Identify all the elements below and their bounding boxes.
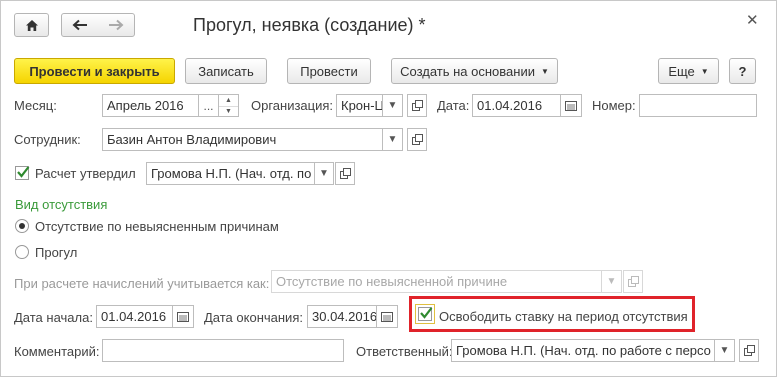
open-link-icon [627,276,639,287]
accrual-field: Отсутствие по невыясненной причине [271,270,602,293]
approved-by-dropdown-button[interactable]: ▼ [315,162,334,185]
date-field[interactable]: 01.04.2016 [472,94,561,117]
open-link-icon [411,100,423,111]
create-based-on-label: Создать на основании [400,63,535,79]
number-label: Номер: [592,98,636,113]
help-button[interactable]: ? [729,58,756,84]
start-date-calendar-button[interactable] [173,305,194,328]
calendar-icon [381,311,393,322]
step-up-icon[interactable]: ▲ [219,95,238,107]
organization-label: Организация: [251,98,334,113]
radio-unexplained[interactable] [15,219,29,233]
radio-truancy[interactable] [15,245,29,259]
close-icon[interactable]: ✕ [746,11,759,29]
chevron-down-icon: ▼ [719,345,730,356]
create-based-on-button[interactable]: Создать на основании ▼ [391,58,558,84]
window-title: Прогул, неявка (создание) * [193,15,426,35]
post-and-close-button[interactable]: Провести и закрыть [14,58,175,84]
chevron-down-icon: ▼ [540,66,549,76]
home-icon [25,19,38,31]
more-button[interactable]: Еще ▼ [658,58,719,84]
organization-dropdown-button[interactable]: ▼ [383,94,403,117]
chevron-down-icon: ▼ [319,168,329,179]
accrual-open-button [623,270,643,293]
free-rate-label[interactable]: Освободить ставку на период отсутствия [439,309,688,324]
save-button[interactable]: Записать [185,58,267,84]
accrual-dropdown-button: ▼ [602,270,622,293]
month-stepper[interactable]: ▲ ▼ [219,94,239,117]
approved-by-field[interactable]: Громова Н.П. (Нач. отд. по [146,162,315,185]
chevron-down-icon: ▼ [387,100,398,111]
month-field[interactable]: Апрель 2016 [102,94,199,117]
open-link-icon [743,345,755,356]
approved-by-open-button[interactable] [335,162,355,185]
arrow-right-icon[interactable] [108,19,124,31]
end-date-label: Дата окончания: [204,310,303,325]
month-label: Месяц: [14,98,57,113]
responsible-open-button[interactable] [739,339,759,362]
checkmark-icon [17,166,30,178]
chevron-down-icon: ▼ [700,66,709,76]
comment-field[interactable] [102,339,344,362]
end-date-field[interactable]: 30.04.2016 [307,305,377,328]
open-link-icon [411,134,423,145]
employee-label: Сотрудник: [14,132,81,147]
month-picker-button[interactable]: ... [199,94,219,117]
open-link-icon [339,168,351,179]
chevron-down-icon: ▼ [387,134,398,145]
comment-label: Комментарий: [14,344,100,359]
date-label: Дата: [437,98,470,113]
date-calendar-button[interactable] [561,94,582,117]
chevron-down-icon: ▼ [606,276,617,287]
home-button[interactable] [14,13,49,37]
post-button[interactable]: Провести [287,58,371,84]
number-field[interactable] [639,94,757,117]
free-rate-checkbox[interactable] [418,307,433,321]
employee-field[interactable]: Базин Антон Владимирович [102,128,383,151]
organization-open-button[interactable] [407,94,427,117]
checkmark-icon [420,307,433,319]
calendar-icon [565,100,577,111]
start-date-label: Дата начала: [14,310,93,325]
approved-label: Расчет утвердил [35,166,136,181]
end-date-calendar-button[interactable] [377,305,398,328]
more-label: Еще [668,63,695,79]
organization-field[interactable]: Крон-Ц [336,94,383,117]
responsible-field[interactable]: Громова Н.П. (Нач. отд. по работе с перс… [451,339,715,362]
responsible-label: Ответственный: [356,344,453,359]
document-window: Прогул, неявка (создание) * ✕ Провести и… [0,0,777,377]
employee-open-button[interactable] [407,128,427,151]
responsible-dropdown-button[interactable]: ▼ [715,339,735,362]
step-down-icon[interactable]: ▼ [219,107,238,117]
nav-buttons [61,13,135,37]
employee-dropdown-button[interactable]: ▼ [383,128,403,151]
calendar-icon [177,311,189,322]
approved-checkbox[interactable] [15,166,30,180]
radio-unexplained-label[interactable]: Отсутствие по невыясненным причинам [35,219,279,234]
arrow-left-icon[interactable] [72,19,88,31]
start-date-field[interactable]: 01.04.2016 [96,305,173,328]
absence-type-title: Вид отсутствия [15,197,108,212]
accrual-label: При расчете начислений учитывается как: [14,276,270,291]
radio-truancy-label[interactable]: Прогул [35,245,77,260]
